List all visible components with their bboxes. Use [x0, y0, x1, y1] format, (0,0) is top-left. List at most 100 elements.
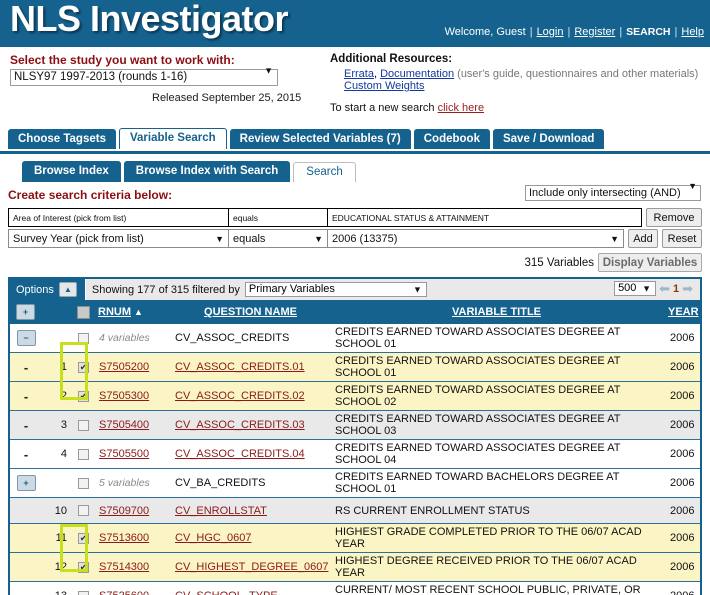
- rnum-link[interactable]: S7513600: [99, 532, 149, 544]
- row-checkbox-cell[interactable]: [72, 324, 95, 352]
- rnum-cell[interactable]: S7513600: [95, 524, 171, 552]
- collapse-group-icon[interactable]: −: [10, 324, 42, 352]
- register-link[interactable]: Register: [574, 26, 615, 38]
- row-checkbox[interactable]: [78, 419, 89, 431]
- row-checkbox-cell[interactable]: ✔: [72, 382, 95, 410]
- subtab-search[interactable]: Search: [293, 162, 356, 182]
- row-checkbox-checked[interactable]: ✔: [78, 532, 89, 544]
- row-checkbox-checked[interactable]: ✔: [78, 361, 89, 373]
- question-name-cell[interactable]: CV_SCHOOL_TYPE: [171, 582, 330, 595]
- row-checkbox[interactable]: [78, 590, 89, 595]
- logic-select[interactable]: Include only intersecting (AND) ▼: [525, 181, 701, 201]
- filter-select[interactable]: Primary Variables ▼: [244, 282, 427, 297]
- rnum-link[interactable]: S7509700: [99, 505, 149, 517]
- errata-link[interactable]: Errata: [344, 68, 374, 80]
- remove-criteria-button[interactable]: Remove: [646, 208, 702, 227]
- row-checkbox[interactable]: [78, 477, 89, 489]
- rnum-cell[interactable]: S7525600: [95, 582, 171, 595]
- tab-choose-tagsets[interactable]: Choose Tagsets: [8, 129, 116, 149]
- row-checkbox-cell[interactable]: ✔: [72, 353, 95, 381]
- tab-variable-search[interactable]: Variable Search: [118, 128, 227, 149]
- header-year[interactable]: YEAR: [666, 306, 700, 318]
- header-variable-title[interactable]: VARIABLE TITLE: [330, 306, 666, 318]
- table-row[interactable]: 12 ✔ S7514300 CV_HIGHEST_DEGREE_0607 HIGHEST…: [10, 553, 700, 582]
- row-checkbox-cell[interactable]: ✔: [72, 553, 95, 581]
- question-name-cell[interactable]: CV_ASSOC_CREDITS.03: [171, 411, 330, 439]
- question-name-cell[interactable]: CV_ASSOC_CREDITS.04: [171, 440, 330, 468]
- study-select[interactable]: NLSY97 1997-2013 (rounds 1-16) ▼: [10, 66, 278, 86]
- table-row[interactable]: 13 S7525600 CV_SCHOOL_TYPE CURRENT/ MOST RE…: [10, 582, 700, 595]
- row-checkbox-cell[interactable]: [72, 411, 95, 439]
- help-link[interactable]: Help: [681, 26, 704, 38]
- rnum-link[interactable]: S7505400: [99, 419, 149, 431]
- row-checkbox-cell[interactable]: [72, 582, 95, 595]
- row-checkbox[interactable]: [78, 448, 89, 460]
- chevron-up-icon[interactable]: ▲: [58, 282, 77, 297]
- table-row[interactable]: - 3 S7505400 CV_ASSOC_CREDITS.03 CREDITS EAR…: [10, 411, 700, 440]
- expand-group-icon[interactable]: +: [10, 469, 42, 497]
- rnum-cell[interactable]: S7505400: [95, 411, 171, 439]
- row-checkbox-cell[interactable]: [72, 440, 95, 468]
- header-rnum[interactable]: RNUM ▲: [95, 306, 171, 318]
- display-variables-button[interactable]: Display Variables: [598, 253, 702, 272]
- question-name-cell[interactable]: CV_HGC_0607: [171, 524, 330, 552]
- tab-codebook[interactable]: Codebook: [413, 129, 490, 149]
- add-criteria-button[interactable]: Add: [628, 229, 658, 248]
- row-checkbox-checked[interactable]: ✔: [78, 390, 89, 402]
- rnum-cell[interactable]: S7505200: [95, 353, 171, 381]
- question-name-link[interactable]: CV_ASSOC_CREDITS.02: [175, 390, 305, 402]
- question-name-cell[interactable]: CV_ASSOC_CREDITS.01: [171, 353, 330, 381]
- criteria-field-select[interactable]: Survey Year (pick from list) ▼: [8, 229, 229, 248]
- rnum-link[interactable]: S7505300: [99, 390, 149, 402]
- table-row[interactable]: 11 ✔ S7513600 CV_HGC_0607 HIGHEST GRADE COMP…: [10, 524, 700, 553]
- question-name-cell[interactable]: CV_ENROLLSTAT: [171, 498, 330, 523]
- tab-save-download[interactable]: Save / Download: [492, 129, 605, 149]
- subtab-browse-index-with-search[interactable]: Browse Index with Search: [123, 161, 291, 182]
- question-name-link[interactable]: CV_SCHOOL_TYPE: [175, 590, 278, 595]
- reset-criteria-button[interactable]: Reset: [662, 229, 702, 248]
- rnum-cell[interactable]: S7505500: [95, 440, 171, 468]
- login-link[interactable]: Login: [537, 26, 564, 38]
- expand-all-icon[interactable]: +: [16, 304, 35, 320]
- row-checkbox-cell[interactable]: ✔: [72, 524, 95, 552]
- row-checkbox[interactable]: [78, 505, 89, 516]
- search-link[interactable]: SEARCH: [626, 26, 670, 38]
- rnum-link[interactable]: S7505200: [99, 361, 149, 373]
- question-name-cell[interactable]: CV_HIGHEST_DEGREE_0607: [171, 553, 330, 581]
- prev-page-icon[interactable]: ⬅: [659, 282, 670, 295]
- documentation-link[interactable]: Documentation: [380, 68, 454, 80]
- rnum-cell[interactable]: S7514300: [95, 553, 171, 581]
- table-row[interactable]: - 4 S7505500 CV_ASSOC_CREDITS.04 CREDITS EAR…: [10, 440, 700, 469]
- row-checkbox[interactable]: [78, 332, 89, 344]
- table-row[interactable]: - 1 ✔ S7505200 CV_ASSOC_CREDITS.01 CREDITS EA…: [10, 353, 700, 382]
- question-name-link[interactable]: CV_ASSOC_CREDITS.04: [175, 448, 305, 460]
- question-name-link[interactable]: CV_ASSOC_CREDITS.01: [175, 361, 305, 373]
- question-name-link[interactable]: CV_HIGHEST_DEGREE_0607: [175, 561, 328, 573]
- custom-weights-link[interactable]: Custom Weights: [344, 80, 425, 92]
- row-checkbox-cell[interactable]: [72, 469, 95, 497]
- table-row[interactable]: - 2 ✔ S7505300 CV_ASSOC_CREDITS.02 CREDITS EA…: [10, 382, 700, 411]
- rnum-link[interactable]: S7525600: [99, 590, 149, 595]
- table-row[interactable]: 10 S7509700 CV_ENROLLSTAT RS CURRENT ENROLL…: [10, 498, 700, 524]
- table-row[interactable]: +5 variables CV_BA_CREDITS CREDITS EARNED …: [10, 469, 700, 498]
- criteria-value-select[interactable]: 2006 (13375) ▼: [327, 229, 624, 248]
- question-name-cell[interactable]: CV_ASSOC_CREDITS.02: [171, 382, 330, 410]
- select-all-checkbox[interactable]: [77, 305, 90, 319]
- criteria-operator-select[interactable]: equals ▼: [228, 229, 328, 248]
- click-here-link[interactable]: click here: [438, 102, 484, 114]
- subtab-browse-index[interactable]: Browse Index: [22, 161, 121, 182]
- rnum-cell[interactable]: S7509700: [95, 498, 171, 523]
- question-name-link[interactable]: CV_HGC_0607: [175, 532, 251, 544]
- rnum-link[interactable]: S7514300: [99, 561, 149, 573]
- tab-review-selected-variables-7[interactable]: Review Selected Variables (7): [229, 129, 411, 149]
- rnum-link[interactable]: S7505500: [99, 448, 149, 460]
- header-question-name[interactable]: QUESTION NAME: [171, 306, 330, 318]
- next-page-icon[interactable]: ➡: [682, 282, 693, 295]
- table-row[interactable]: − 4 variables CV_ASSOC_CREDITS CREDITS EARN…: [10, 324, 700, 353]
- row-checkbox-cell[interactable]: [72, 498, 95, 523]
- question-name-link[interactable]: CV_ASSOC_CREDITS.03: [175, 419, 305, 431]
- rnum-cell[interactable]: S7505300: [95, 382, 171, 410]
- question-name-link[interactable]: CV_ENROLLSTAT: [175, 505, 267, 517]
- row-checkbox-checked[interactable]: ✔: [78, 561, 89, 573]
- page-size-select[interactable]: 500 ▼: [614, 281, 657, 296]
